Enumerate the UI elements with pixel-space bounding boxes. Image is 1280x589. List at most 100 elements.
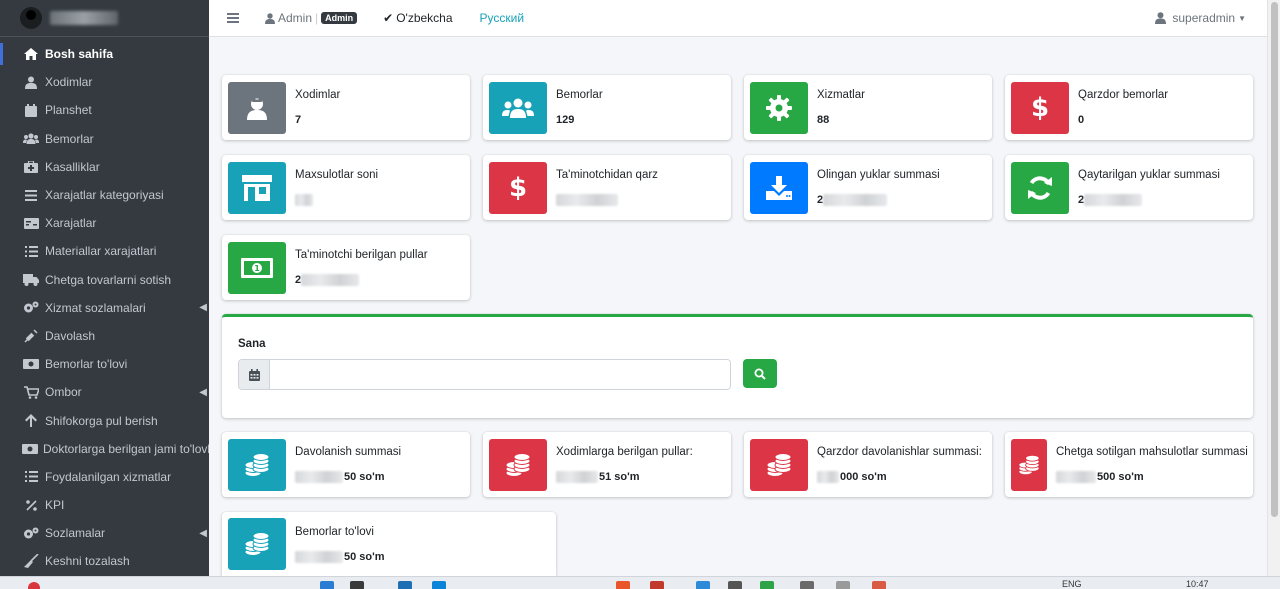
sum-card-davolanish[interactable]: Davolanish summasi 50 so'm bbox=[222, 432, 470, 497]
stat-card-olingan-yuklar[interactable]: Olingan yuklar summasi 2 bbox=[744, 155, 992, 220]
sidebar-user-panel[interactable] bbox=[0, 0, 209, 37]
menu-toggle-icon[interactable] bbox=[227, 13, 239, 23]
sidebar-item-label: Bosh sahifa bbox=[45, 47, 114, 62]
sum-card-qarzdor-davolanishlar[interactable]: Qarzdor davolanishlar summasi: 000 so'm bbox=[744, 432, 992, 497]
taskbar-app-icon[interactable] bbox=[696, 581, 710, 589]
sidebar-item-label: Foydalanilgan xizmatlar bbox=[45, 469, 172, 484]
sidebar-item-label: Xarajatlar kategoriyasi bbox=[45, 188, 164, 203]
sum-label: Davolanish summasi bbox=[295, 446, 402, 458]
taskbar-app-icon[interactable] bbox=[836, 581, 850, 589]
stat-label: Maxsulotlar soni bbox=[295, 169, 379, 181]
sidebar-item-xizmat-sozlamalari[interactable]: Xizmat sozlamalari ◀ bbox=[0, 294, 209, 322]
taskbar-app-icon[interactable] bbox=[616, 581, 630, 589]
sum-label: Chetga sotilgan mahsulotlar summasi bbox=[1056, 446, 1248, 458]
sidebar-item-bemorlar-tolovi[interactable]: Bemorlar to'lovi bbox=[0, 350, 209, 378]
sum-card-bemorlar-tolovi[interactable]: Bemorlar to'lovi 50 so'm bbox=[222, 512, 556, 576]
taskbar-app-icon[interactable] bbox=[760, 581, 774, 589]
sidebar-item-chetga-tovarlarni-sotish[interactable]: Chetga tovarlarni sotish bbox=[0, 266, 209, 294]
sidebar-item-sozlamalar[interactable]: Sozlamalar ◀ bbox=[0, 519, 209, 547]
lang-russian-link[interactable]: Русский bbox=[480, 11, 525, 25]
redacted-value bbox=[817, 471, 839, 483]
taskbar-app-icon[interactable] bbox=[432, 581, 446, 589]
stat-card-xizmatlar[interactable]: Xizmatlar 88 bbox=[744, 75, 992, 140]
sidebar-item-foydalanilgan-xizmatlar[interactable]: Foydalanilgan xizmatlar bbox=[0, 463, 209, 491]
separator: | bbox=[315, 11, 319, 25]
scrollbar-thumb[interactable] bbox=[1271, 2, 1278, 517]
sidebar-item-ombor[interactable]: Ombor ◀ bbox=[0, 378, 209, 406]
page-scrollbar[interactable] bbox=[1267, 0, 1280, 576]
sidebar-item-label: Materiallar xarajatlari bbox=[45, 244, 157, 259]
sidebar-item-xarajatlar[interactable]: Xarajatlar bbox=[0, 209, 209, 237]
sidebar-item-planshet[interactable]: Planshet bbox=[0, 96, 209, 124]
sidebar-item-label: KPI bbox=[45, 498, 65, 513]
sidebar-item-bemorlar[interactable]: Bemorlar bbox=[0, 125, 209, 153]
sum-label: Xodimlarga berilgan pullar: bbox=[556, 446, 693, 458]
sidebar-item-label: Xarajatlar bbox=[45, 216, 97, 231]
stat-label: Ta'minotchidan qarz bbox=[556, 169, 658, 181]
stat-card-qaytarilgan-yuklar[interactable]: Qaytarilgan yuklar summasi 2 bbox=[1005, 155, 1253, 220]
sidebar-item-label: Planshet bbox=[45, 103, 92, 118]
sync-icon bbox=[1011, 161, 1069, 214]
stat-value: 88 bbox=[817, 114, 830, 126]
arrow-up-icon bbox=[22, 414, 40, 428]
sidebar-item-kpi[interactable]: KPI bbox=[0, 491, 209, 519]
keyboard-language[interactable]: ENG bbox=[1062, 579, 1082, 589]
sum-card-chetga-sotilgan[interactable]: Chetga sotilgan mahsulotlar summasi 500 … bbox=[1005, 432, 1253, 497]
sidebar-item-doktorlarga-berilgan[interactable]: Doktorlarga berilgan jami to'lovlar bbox=[0, 435, 209, 463]
sidebar-item-xodimlar[interactable]: Xodimlar bbox=[0, 68, 209, 96]
coins-icon bbox=[750, 438, 808, 491]
system-clock[interactable]: 10:47 bbox=[1186, 579, 1209, 589]
stat-label: Olingan yuklar summasi bbox=[817, 169, 940, 181]
admin-badge: Admin bbox=[321, 12, 358, 24]
sidebar-item-davolash[interactable]: Davolash bbox=[0, 322, 209, 350]
sidebar-item-xarajatlar-kategoriyasi[interactable]: Xarajatlar kategoriyasi bbox=[0, 181, 209, 209]
start-red-icon[interactable] bbox=[28, 582, 40, 589]
sidebar-item-label: Ombor bbox=[45, 385, 82, 400]
stat-label: Ta'minotchi berilgan pullar bbox=[295, 249, 428, 261]
sum-label: Qarzdor davolanishlar summasi: bbox=[817, 446, 982, 458]
top-navbar: Admin | Admin ✔ O'zbekcha Русский supera… bbox=[209, 0, 1267, 37]
user-dropdown[interactable]: superadmin ▼ bbox=[1155, 11, 1246, 25]
users-icon bbox=[489, 81, 547, 134]
taskbar-app-icon[interactable] bbox=[800, 581, 814, 589]
sidebar-item-shifokorga-pul-berish[interactable]: Shifokorga pul berish bbox=[0, 406, 209, 434]
search-button[interactable] bbox=[743, 359, 777, 388]
sidebar-item-keshni-tozalash[interactable]: Keshni tozalash bbox=[0, 547, 209, 575]
redacted-value bbox=[295, 194, 313, 206]
date-label: Sana bbox=[238, 338, 266, 350]
taskbar-app-icon[interactable] bbox=[320, 581, 334, 589]
stat-label: Xizmatlar bbox=[817, 89, 865, 101]
stat-card-qarzdor-bemorlar[interactable]: $ Qarzdor bemorlar 0 bbox=[1005, 75, 1253, 140]
admin-role-indicator: Admin | Admin bbox=[265, 11, 358, 25]
sidebar-item-kasalliklar[interactable]: Kasalliklar bbox=[0, 153, 209, 181]
stat-card-maxsulotlar-soni[interactable]: Maxsulotlar soni bbox=[222, 155, 470, 220]
user-icon bbox=[265, 12, 275, 24]
taskbar-app-icon[interactable] bbox=[650, 581, 664, 589]
calendar-icon[interactable] bbox=[239, 360, 270, 389]
sum-card-xodimlarga-berilgan[interactable]: Xodimlarga berilgan pullar: 51 so'm bbox=[483, 432, 731, 497]
cogs-icon bbox=[22, 301, 40, 315]
stat-card-taminotchi-berilgan-pullar[interactable]: 1 Ta'minotchi berilgan pullar 2 bbox=[222, 235, 470, 300]
coins-icon bbox=[489, 438, 547, 491]
taskbar-app-icon[interactable] bbox=[728, 581, 742, 589]
stat-card-xodimlar[interactable]: Xodimlar 7 bbox=[222, 75, 470, 140]
lang-uzbek-link[interactable]: ✔ O'zbekcha bbox=[383, 11, 452, 25]
stat-value: 2 bbox=[295, 274, 428, 286]
date-range-input[interactable] bbox=[270, 360, 730, 389]
taskbar-app-icon[interactable] bbox=[398, 581, 412, 589]
calendar-icon bbox=[22, 103, 40, 117]
sidebar-item-label: Keshni tozalash bbox=[45, 554, 130, 569]
stat-card-bemorlar[interactable]: Bemorlar 129 bbox=[483, 75, 731, 140]
money-bill-icon: 1 bbox=[228, 241, 286, 294]
stat-card-taminotchidan-qarz[interactable]: $ Ta'minotchidan qarz bbox=[483, 155, 731, 220]
sidebar-item-bosh-sahifa[interactable]: Bosh sahifa bbox=[0, 40, 209, 68]
stat-value bbox=[556, 194, 658, 206]
sidebar-item-materiallar-xarajatlari[interactable]: Materiallar xarajatlari bbox=[0, 237, 209, 265]
sidebar-item-label: Sozlamalar bbox=[45, 526, 106, 541]
stat-value: 7 bbox=[295, 114, 302, 126]
taskbar-app-icon[interactable] bbox=[350, 581, 364, 589]
date-filter-card: Sana bbox=[222, 314, 1253, 418]
taskbar-app-icon[interactable] bbox=[872, 581, 886, 589]
sum-label: Bemorlar to'lovi bbox=[295, 525, 374, 538]
stat-value: 2 bbox=[817, 194, 940, 206]
